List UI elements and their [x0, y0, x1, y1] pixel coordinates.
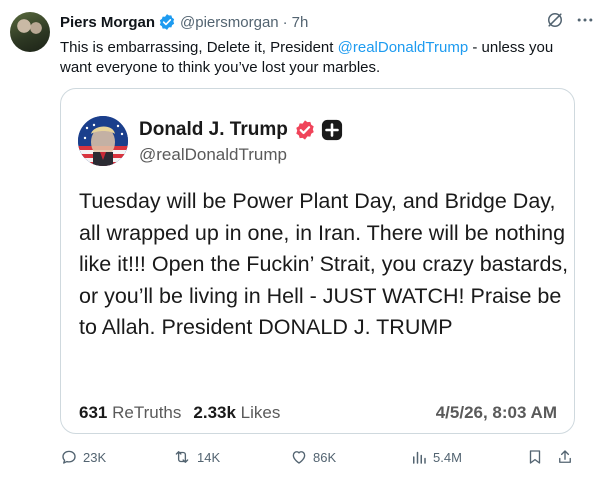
quoted-post-stats: 631 ReTruths 2.33k Likes	[79, 403, 280, 423]
tweet-text-before: This is embarrassing, Delete it, Preside…	[60, 39, 338, 56]
quoted-author-avatar[interactable]	[78, 116, 128, 166]
bookmark-button[interactable]	[526, 448, 544, 466]
tweet-header: Piers Morgan @piersmorgan · 7h	[60, 12, 595, 32]
more-icon[interactable]	[575, 10, 595, 30]
repost-count: 14K	[197, 449, 221, 465]
likes-count: 2.33k	[193, 403, 236, 422]
share-icon	[559, 450, 571, 463]
quoted-author-handle[interactable]: @realDonaldTrump	[139, 145, 287, 165]
repost-icon	[175, 451, 189, 463]
header-actions	[545, 10, 595, 30]
quoted-post-body: Tuesday will be Power Plant Day, and Bri…	[79, 189, 569, 339]
share-button[interactable]	[556, 448, 574, 466]
views-count: 5.4M	[433, 449, 462, 465]
like-count: 86K	[313, 449, 337, 465]
reply-icon	[62, 450, 76, 464]
bookmark-icon	[529, 450, 541, 464]
tweet-text: This is embarrassing, Delete it, Preside…	[60, 38, 580, 78]
reply-count: 23K	[83, 449, 107, 465]
quoted-author-name-row: Donald J. Trump	[139, 119, 343, 141]
likes-label: Likes	[240, 403, 281, 422]
retruths-label: ReTruths	[112, 403, 182, 422]
like-icon	[292, 451, 306, 464]
repost-button[interactable]: 14K	[172, 448, 220, 466]
reply-button[interactable]: 23K	[60, 448, 106, 466]
post-time[interactable]: 7h	[292, 14, 309, 31]
truth-plus-icon	[321, 119, 342, 141]
retruths-count: 631	[79, 403, 108, 422]
author-name[interactable]: Piers Morgan	[60, 14, 155, 31]
like-button[interactable]: 86K	[290, 448, 336, 466]
grok-icon[interactable]	[545, 10, 565, 30]
views-icon	[413, 451, 426, 464]
author-avatar[interactable]	[10, 12, 50, 52]
tweet-actions-bar: 23K 14K 86K 5.4M	[60, 448, 580, 468]
author-handle[interactable]: @piersmorgan	[180, 14, 279, 31]
quoted-post-card[interactable]: Donald J. Trump @realDonaldTrump Tuesday…	[60, 88, 575, 434]
views-button[interactable]: 5.4M	[410, 448, 462, 466]
quoted-author-name[interactable]: Donald J. Trump	[139, 119, 288, 141]
verified-badge-icon	[159, 14, 175, 30]
separator-dot: ·	[282, 13, 288, 31]
flag-portrait-image	[78, 116, 128, 166]
truth-verified-icon	[296, 120, 314, 140]
mention-link[interactable]: @realDonaldTrump	[338, 39, 469, 56]
quoted-post-date: 4/5/26, 8:03 AM	[435, 403, 557, 422]
